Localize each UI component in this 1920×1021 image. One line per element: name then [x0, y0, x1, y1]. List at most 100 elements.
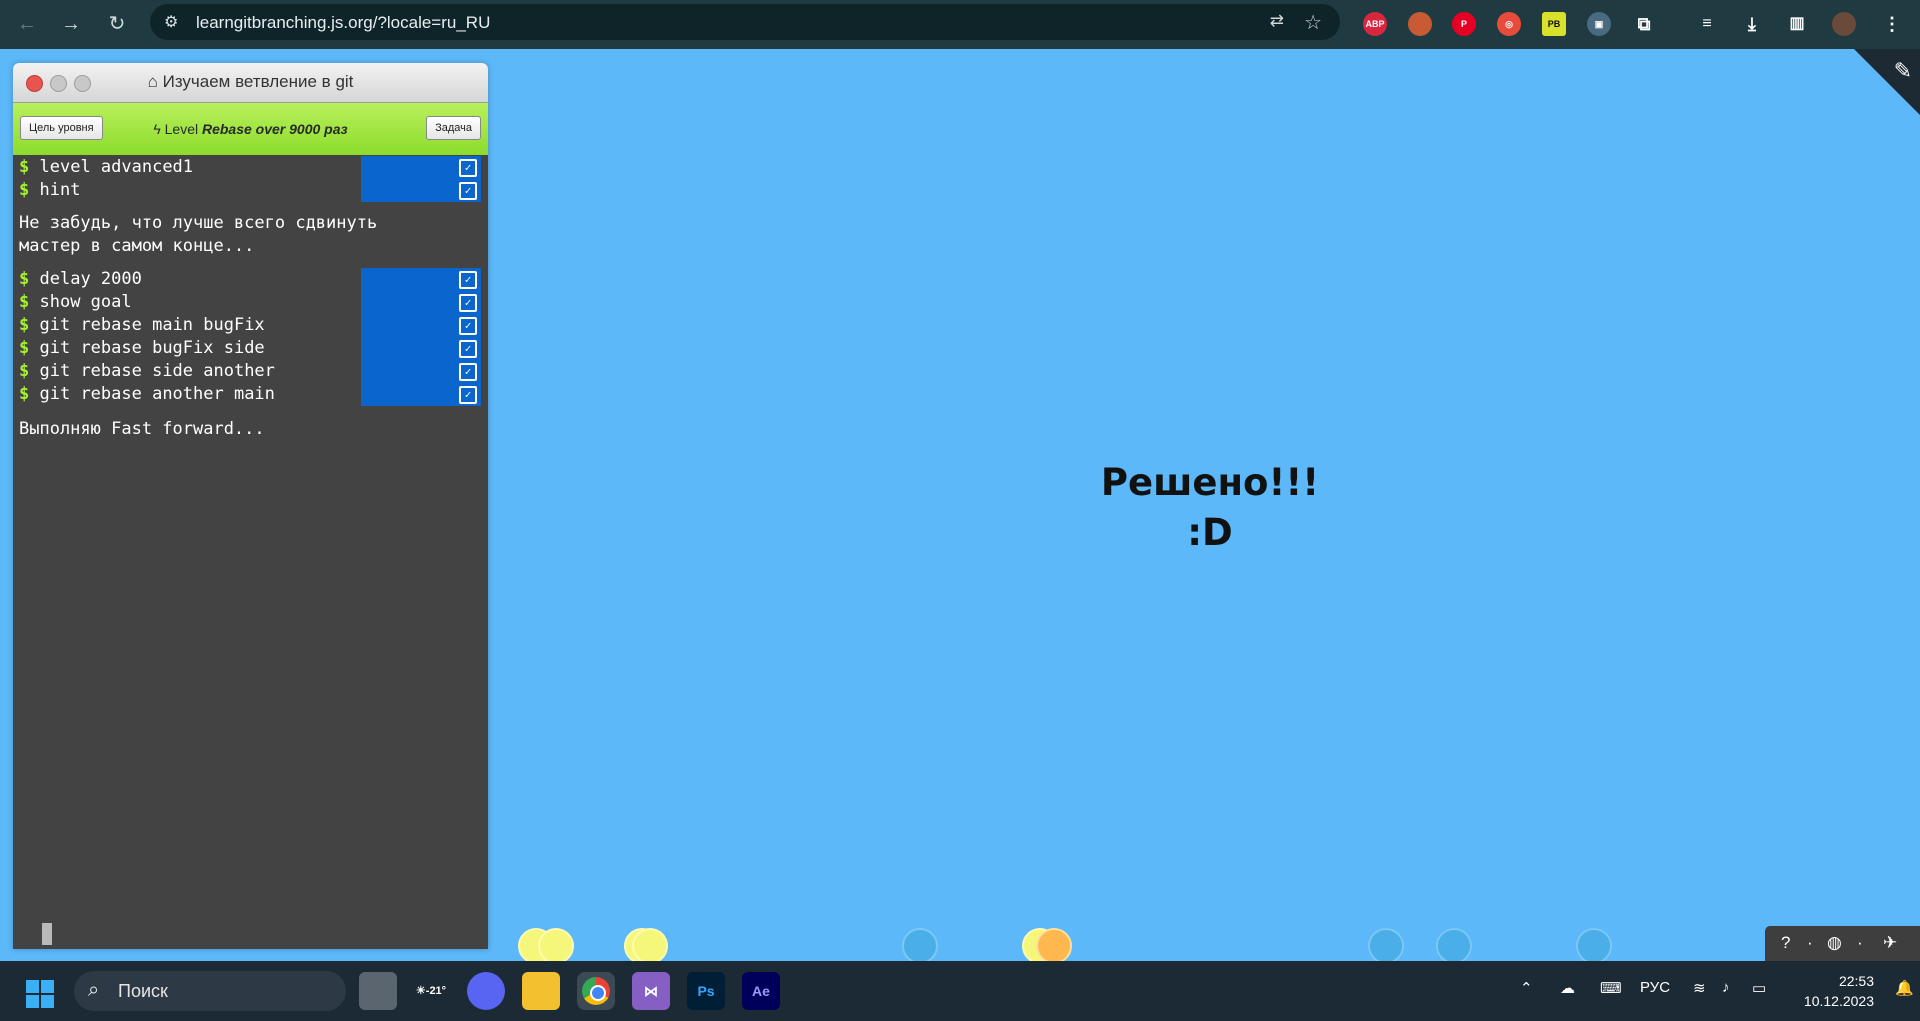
site-info-icon[interactable]: ⚙ [164, 12, 178, 32]
visual-studio-icon[interactable]: ⋈ [632, 972, 670, 1010]
globe-icon[interactable]: ◍ [1827, 933, 1842, 953]
after-effects-icon[interactable]: Ae [742, 972, 780, 1010]
window-title-text: Изучаем ветвление в git [162, 72, 354, 91]
back-icon[interactable]: ← [13, 10, 41, 38]
wifi-icon[interactable]: ≋ [1693, 979, 1706, 997]
command-text: git rebase main bugFix [39, 315, 265, 335]
commit-node [1576, 928, 1612, 964]
solved-smiley: :D [1187, 511, 1233, 554]
prompt-symbol: $ [19, 384, 30, 404]
help-icon[interactable]: ? [1781, 933, 1790, 953]
taskbar-search[interactable]: ⌕ Поиск [74, 971, 346, 1011]
tray-chevron-icon[interactable]: ⌃ [1520, 979, 1533, 997]
download-icon[interactable]: ⤓ [1740, 12, 1764, 36]
command-input-cursor[interactable] [42, 923, 52, 945]
clock-time: 22:53 [1838, 973, 1874, 989]
window-titlebar: ⌂ Изучаем ветвление в git [13, 63, 488, 103]
twitter-icon[interactable]: ✈ [1883, 933, 1897, 953]
weather-widget-icon[interactable]: ☀-21° [412, 972, 450, 1010]
keyboard-icon[interactable]: ⌨ [1600, 979, 1622, 997]
pb-extension-icon[interactable]: PB [1542, 12, 1566, 36]
command-line: $ git rebase side another [19, 360, 275, 383]
windows-start-icon[interactable] [26, 980, 54, 1008]
command-text: git rebase another main [39, 384, 275, 404]
target-extension-icon[interactable]: ◎ [1497, 12, 1521, 36]
command-window: ⌂ Изучаем ветвление в git Цель уровня ϟ … [13, 63, 488, 949]
reload-icon[interactable]: ↻ [103, 10, 131, 38]
checkbox-checked-icon: ✓ [459, 386, 477, 404]
bookmark-star-icon[interactable]: ☆ [1304, 10, 1322, 35]
taskbar: ⌕ Поиск ☀-21° ⋈ Ps Ae ⌃ ☁ ⌨ РУС ≋ ♪ ▭ 22… [0, 961, 1920, 1021]
separator-dot: · [1857, 933, 1863, 952]
commit-node [902, 928, 938, 964]
solved-title: Решено!!! [1100, 461, 1320, 504]
battery-icon[interactable]: ▭ [1752, 979, 1766, 997]
command-text: delay 2000 [39, 269, 142, 289]
extensions-puzzle-icon[interactable]: ⧉ [1632, 12, 1656, 36]
checkbox-checked-icon: ✓ [459, 294, 477, 312]
status-message: Выполняю Fast forward... [19, 419, 265, 439]
search-icon: ⌕ [88, 979, 100, 1001]
forward-icon[interactable]: → [57, 10, 85, 38]
volume-icon[interactable]: ♪ [1722, 979, 1730, 996]
language-indicator[interactable]: РУС [1640, 979, 1670, 996]
prompt-symbol: $ [19, 157, 30, 177]
solved-message: Решено!!! :D [1010, 458, 1410, 558]
lightning-icon: ϟ [153, 121, 161, 137]
prompt-symbol: $ [19, 361, 30, 381]
commit-node [1036, 928, 1072, 964]
checkbox-checked-icon: ✓ [459, 159, 477, 177]
onedrive-icon[interactable]: ☁ [1560, 979, 1575, 997]
octocat-icon[interactable]: ✎ [1894, 58, 1912, 84]
weather-temp: -21° [425, 985, 447, 997]
command-line: $ git rebase another main [19, 383, 275, 406]
pinterest-extension-icon[interactable]: P [1452, 12, 1476, 36]
commit-node [1436, 928, 1472, 964]
profile-avatar[interactable] [1832, 12, 1856, 36]
commit-node [538, 928, 574, 964]
file-explorer-icon[interactable] [522, 972, 560, 1010]
commit-node [632, 928, 668, 964]
notification-icon[interactable]: 🔔 [1895, 979, 1914, 997]
command-line: $ level advanced1 [19, 156, 193, 179]
checkbox-checked-icon: ✓ [459, 340, 477, 358]
home-icon: ⌂ [147, 72, 158, 91]
system-clock[interactable]: 22:53 10.12.2023 [1778, 971, 1874, 1011]
clock-date: 10.12.2023 [1803, 993, 1874, 1009]
separator-dot: · [1807, 933, 1813, 952]
discord-icon[interactable] [467, 972, 505, 1010]
extension-icon[interactable] [1408, 12, 1432, 36]
task-button[interactable]: Задача [426, 116, 481, 140]
command-line: $ git rebase main bugFix [19, 314, 265, 337]
address-bar[interactable]: ⚙ learngitbranching.js.org/?locale=ru_RU… [150, 4, 1340, 40]
prompt-symbol: $ [19, 338, 30, 358]
media-control-icon[interactable]: ≡ [1695, 12, 1719, 36]
command-line: $ git rebase bugFix side [19, 337, 265, 360]
prompt-symbol: $ [19, 315, 30, 335]
checkbox-checked-icon: ✓ [459, 182, 477, 200]
hint-message: Не забудь, что лучше всего сдвинуть маст… [19, 213, 378, 256]
checkbox-checked-icon: ✓ [459, 317, 477, 335]
help-toolbar: ? · ◍ · ✈ [1765, 926, 1920, 961]
photoshop-icon[interactable]: Ps [687, 972, 725, 1010]
prompt-symbol: $ [19, 292, 30, 312]
window-title: ⌂ Изучаем ветвление в git [13, 72, 488, 92]
side-panel-icon[interactable]: ▥ [1785, 12, 1809, 36]
adblock-extension-icon[interactable]: ABP [1363, 12, 1387, 36]
command-text: git rebase bugFix side [39, 338, 265, 358]
task-view-icon[interactable] [359, 972, 397, 1010]
search-placeholder: Поиск [118, 981, 168, 1001]
url-text[interactable]: learngitbranching.js.org/?locale=ru_RU [196, 13, 490, 33]
command-text: git rebase side another [39, 361, 275, 381]
translate-icon[interactable]: ⇄ [1270, 11, 1284, 31]
prompt-symbol: $ [19, 180, 30, 200]
checkbox-checked-icon: ✓ [459, 363, 477, 381]
screen-extension-icon[interactable]: ▣ [1587, 12, 1611, 36]
terminal-output: $ level advanced1 ✓ $ hint ✓ Не забудь, … [13, 156, 488, 949]
command-text: hint [39, 180, 81, 200]
command-text: level advanced1 [39, 157, 194, 177]
level-name: ϟ Level Rebase over 9000 раз [13, 121, 488, 137]
menu-dots-icon[interactable]: ⋮ [1880, 12, 1904, 36]
chrome-icon[interactable] [577, 972, 615, 1010]
prompt-symbol: $ [19, 269, 30, 289]
